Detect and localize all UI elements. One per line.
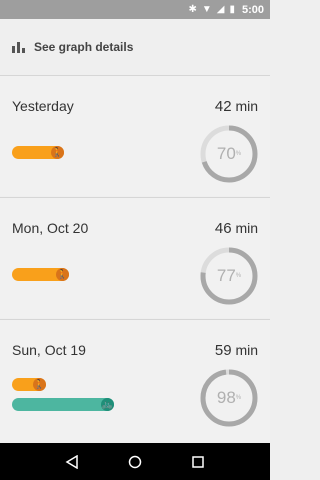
status-time: 5:00 xyxy=(241,3,264,16)
goal-percent: 77 xyxy=(216,266,236,285)
status-bar: ✱ ▼ ◢ ▮ 5:00 xyxy=(0,0,270,19)
bluetooth-icon: ✱ xyxy=(188,3,197,15)
recents-icon[interactable] xyxy=(188,452,208,472)
walking-bar: 🚶 xyxy=(12,146,64,159)
see-graph-details-button[interactable]: See graph details xyxy=(0,19,270,75)
back-icon[interactable] xyxy=(62,452,82,472)
walking-bar: 🚶 xyxy=(12,378,46,391)
walking-icon: 🚶 xyxy=(33,378,46,391)
goal-percent: 70 xyxy=(216,144,236,163)
battery-icon: ▮ xyxy=(229,3,235,15)
walking-icon: 🚶 xyxy=(51,146,64,159)
goal-percent: 98 xyxy=(216,388,236,407)
day-date: Yesterday xyxy=(12,98,74,114)
day-card[interactable]: Sun, Oct 19 59 min 🚶 🚲 98% xyxy=(0,320,270,440)
wifi-icon: ▼ xyxy=(201,3,212,15)
biking-icon: 🚲 xyxy=(101,398,114,411)
day-date: Mon, Oct 20 xyxy=(12,220,89,236)
day-minutes: 59 min xyxy=(214,342,258,359)
day-date: Sun, Oct 19 xyxy=(12,342,86,358)
day-card[interactable]: Mon, Oct 20 46 min 🚶 77% xyxy=(0,198,270,318)
day-card[interactable]: Yesterday 42 min 🚶 70% xyxy=(0,76,270,196)
day-minutes: 42 min xyxy=(214,98,258,115)
biking-bar: 🚲 xyxy=(12,398,114,411)
bar-chart-icon xyxy=(12,41,25,53)
home-icon[interactable] xyxy=(125,452,145,472)
day-minutes: 46 min xyxy=(214,220,258,237)
walking-bar: 🚶 xyxy=(12,268,69,281)
navigation-bar xyxy=(0,443,270,480)
walking-icon: 🚶 xyxy=(56,268,69,281)
see-graph-details-label: See graph details xyxy=(34,40,134,54)
goal-ring: 77% xyxy=(200,247,258,305)
signal-icon: ◢ xyxy=(216,3,225,15)
goal-ring: 70% xyxy=(200,125,258,183)
goal-ring: 98% xyxy=(200,369,258,427)
